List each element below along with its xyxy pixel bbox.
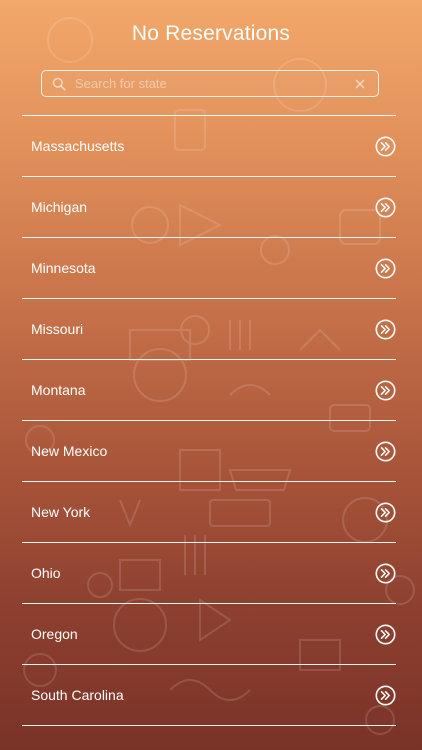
clear-icon[interactable] [354, 78, 366, 90]
state-label: New York [31, 504, 91, 520]
state-label: Ohio [31, 565, 61, 581]
double-chevron-right-icon[interactable] [375, 502, 396, 523]
page-title: No Reservations [131, 22, 291, 45]
state-label: Minnesota [31, 260, 96, 276]
list-item[interactable]: Oregon [0, 604, 422, 664]
search-icon [52, 77, 66, 91]
double-chevron-right-icon[interactable] [375, 319, 396, 340]
state-label: South Carolina [31, 687, 124, 703]
list-item[interactable]: Ohio [0, 543, 422, 603]
list-item[interactable]: New York [0, 482, 422, 542]
list-item[interactable]: Massachusetts [0, 116, 422, 176]
list-item[interactable]: Michigan [0, 177, 422, 237]
list-item[interactable]: New Mexico [0, 421, 422, 481]
double-chevron-right-icon[interactable] [375, 685, 396, 706]
double-chevron-right-icon[interactable] [375, 380, 396, 401]
list-item[interactable]: Montana [0, 360, 422, 420]
double-chevron-right-icon[interactable] [375, 563, 396, 584]
double-chevron-right-icon[interactable] [375, 136, 396, 157]
state-label: Montana [31, 382, 86, 398]
double-chevron-right-icon[interactable] [375, 197, 396, 218]
list-item[interactable]: Minnesota [0, 238, 422, 298]
state-label: Michigan [31, 199, 88, 215]
state-label: Massachusetts [31, 138, 125, 154]
divider [22, 725, 396, 726]
double-chevron-right-icon[interactable] [375, 441, 396, 462]
state-label: New Mexico [31, 443, 108, 459]
double-chevron-right-icon[interactable] [375, 624, 396, 645]
state-label: Oregon [31, 626, 78, 642]
double-chevron-right-icon[interactable] [375, 258, 396, 279]
list-item[interactable]: South Carolina [0, 665, 422, 725]
state-list: Massachusetts Michigan Minnesota Missour… [0, 115, 422, 726]
list-item[interactable]: Missouri [0, 299, 422, 359]
search-input[interactable] [75, 76, 354, 91]
search-bar[interactable] [41, 70, 379, 97]
state-label: Missouri [31, 321, 84, 337]
nav-bar: No Reservations [0, 0, 422, 64]
